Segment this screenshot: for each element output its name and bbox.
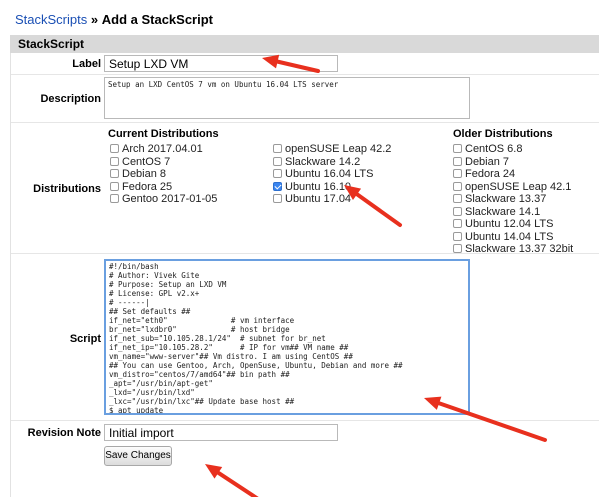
checkbox[interactable]: [453, 219, 462, 228]
save-changes-button[interactable]: Save Changes: [104, 446, 172, 466]
current-distribution-item[interactable]: CentOS 7: [110, 156, 170, 169]
label-field-label: Label: [72, 58, 101, 70]
checkbox[interactable]: [110, 169, 119, 178]
older-distribution-item[interactable]: Slackware 13.37 32bit: [453, 243, 573, 256]
breadcrumb-stackscripts-link[interactable]: StackScripts: [15, 12, 87, 27]
breadcrumb: StackScripts » Add a StackScript: [15, 12, 213, 27]
distribution-name: Arch 2017.04.01: [122, 143, 203, 155]
breadcrumb-separator: »: [90, 12, 99, 27]
checkbox[interactable]: [453, 169, 462, 178]
checkbox[interactable]: [273, 169, 282, 178]
distribution-name: Ubuntu 14.04 LTS: [465, 230, 554, 243]
checkbox[interactable]: [273, 144, 282, 153]
checkbox[interactable]: [110, 144, 119, 153]
checkbox[interactable]: [273, 194, 282, 203]
checkbox[interactable]: [453, 231, 462, 241]
older-distribution-item[interactable]: Ubuntu 12.04 LTS: [453, 218, 553, 231]
checkbox[interactable]: [453, 194, 462, 203]
script-textarea[interactable]: #!/bin/bash # Author: Vivek Gite # Purpo…: [104, 259, 470, 415]
distribution-name: Gentoo 2017-01-05: [122, 193, 218, 205]
distribution-name: openSUSE Leap 42.1: [465, 180, 572, 193]
current-distribution-item[interactable]: Debian 8: [110, 168, 166, 181]
distribution-name: CentOS 7: [122, 155, 171, 168]
current-distribution-item[interactable]: Arch 2017.04.01: [110, 143, 203, 156]
distribution-name: Ubuntu 16.10: [285, 180, 352, 193]
current-distribution-item[interactable]: openSUSE Leap 42.2: [273, 143, 391, 156]
description-textarea[interactable]: Setup an LXD CentOS 7 vm on Ubuntu 16.04…: [104, 77, 470, 119]
script-field-label: Script: [69, 333, 101, 345]
current-distribution-item[interactable]: Slackware 14.2: [273, 156, 360, 169]
checkbox[interactable]: [453, 244, 462, 253]
distribution-name: Debian 7: [465, 155, 510, 168]
checkbox[interactable]: [453, 181, 462, 191]
older-distribution-item[interactable]: Ubuntu 14.04 LTS: [453, 231, 553, 244]
distribution-name: Slackware 14.1: [465, 205, 541, 218]
checkbox[interactable]: [110, 181, 119, 191]
checkbox-checked[interactable]: [273, 181, 282, 191]
distribution-name: Ubuntu 16.04 LTS: [285, 168, 374, 180]
distribution-name: Debian 8: [122, 168, 167, 180]
checkbox[interactable]: [110, 194, 119, 203]
checkbox[interactable]: [110, 156, 119, 166]
checkbox[interactable]: [453, 156, 462, 166]
current-distribution-item[interactable]: Fedora 25: [110, 181, 172, 194]
revision-note-label: Revision Note: [27, 427, 101, 439]
older-distribution-item[interactable]: CentOS 6.8: [453, 143, 522, 156]
row-divider: [11, 253, 599, 254]
current-distribution-item[interactable]: Gentoo 2017-01-05: [110, 193, 217, 206]
row-divider: [11, 122, 599, 123]
distributions-label: Distributions: [33, 183, 101, 195]
breadcrumb-current: Add a StackScript: [101, 12, 213, 27]
checkbox[interactable]: [273, 156, 282, 166]
older-distributions-heading: Older Distributions: [453, 128, 553, 140]
older-distribution-item[interactable]: Slackware 13.37: [453, 193, 546, 206]
current-distribution-item[interactable]: Ubuntu 16.10: [273, 181, 351, 194]
section-header: StackScript: [10, 35, 599, 53]
distribution-name: CentOS 6.8: [465, 143, 523, 155]
checkbox[interactable]: [453, 144, 462, 153]
older-distribution-item[interactable]: Fedora 24: [453, 168, 515, 181]
distribution-name: Slackware 13.37: [465, 193, 547, 205]
current-distribution-item[interactable]: Ubuntu 17.04: [273, 193, 351, 206]
description-field-label: Description: [40, 93, 101, 105]
revision-note-input[interactable]: [104, 424, 338, 441]
row-divider: [11, 420, 599, 421]
checkbox[interactable]: [453, 206, 462, 216]
distribution-name: Fedora 24: [465, 168, 516, 180]
distribution-name: Ubuntu 17.04: [285, 193, 352, 205]
distribution-name: Slackware 14.2: [285, 155, 361, 168]
older-distribution-item[interactable]: openSUSE Leap 42.1: [453, 181, 571, 194]
older-distribution-item[interactable]: Slackware 14.1: [453, 206, 540, 219]
distribution-name: Ubuntu 12.04 LTS: [465, 218, 554, 230]
older-distribution-item[interactable]: Debian 7: [453, 156, 509, 169]
row-divider: [11, 74, 599, 75]
distribution-name: openSUSE Leap 42.2: [285, 143, 392, 155]
distribution-name: Fedora 25: [122, 180, 173, 193]
current-distribution-item[interactable]: Ubuntu 16.04 LTS: [273, 168, 373, 181]
current-distributions-heading: Current Distributions: [108, 128, 219, 140]
label-input[interactable]: [104, 55, 338, 72]
